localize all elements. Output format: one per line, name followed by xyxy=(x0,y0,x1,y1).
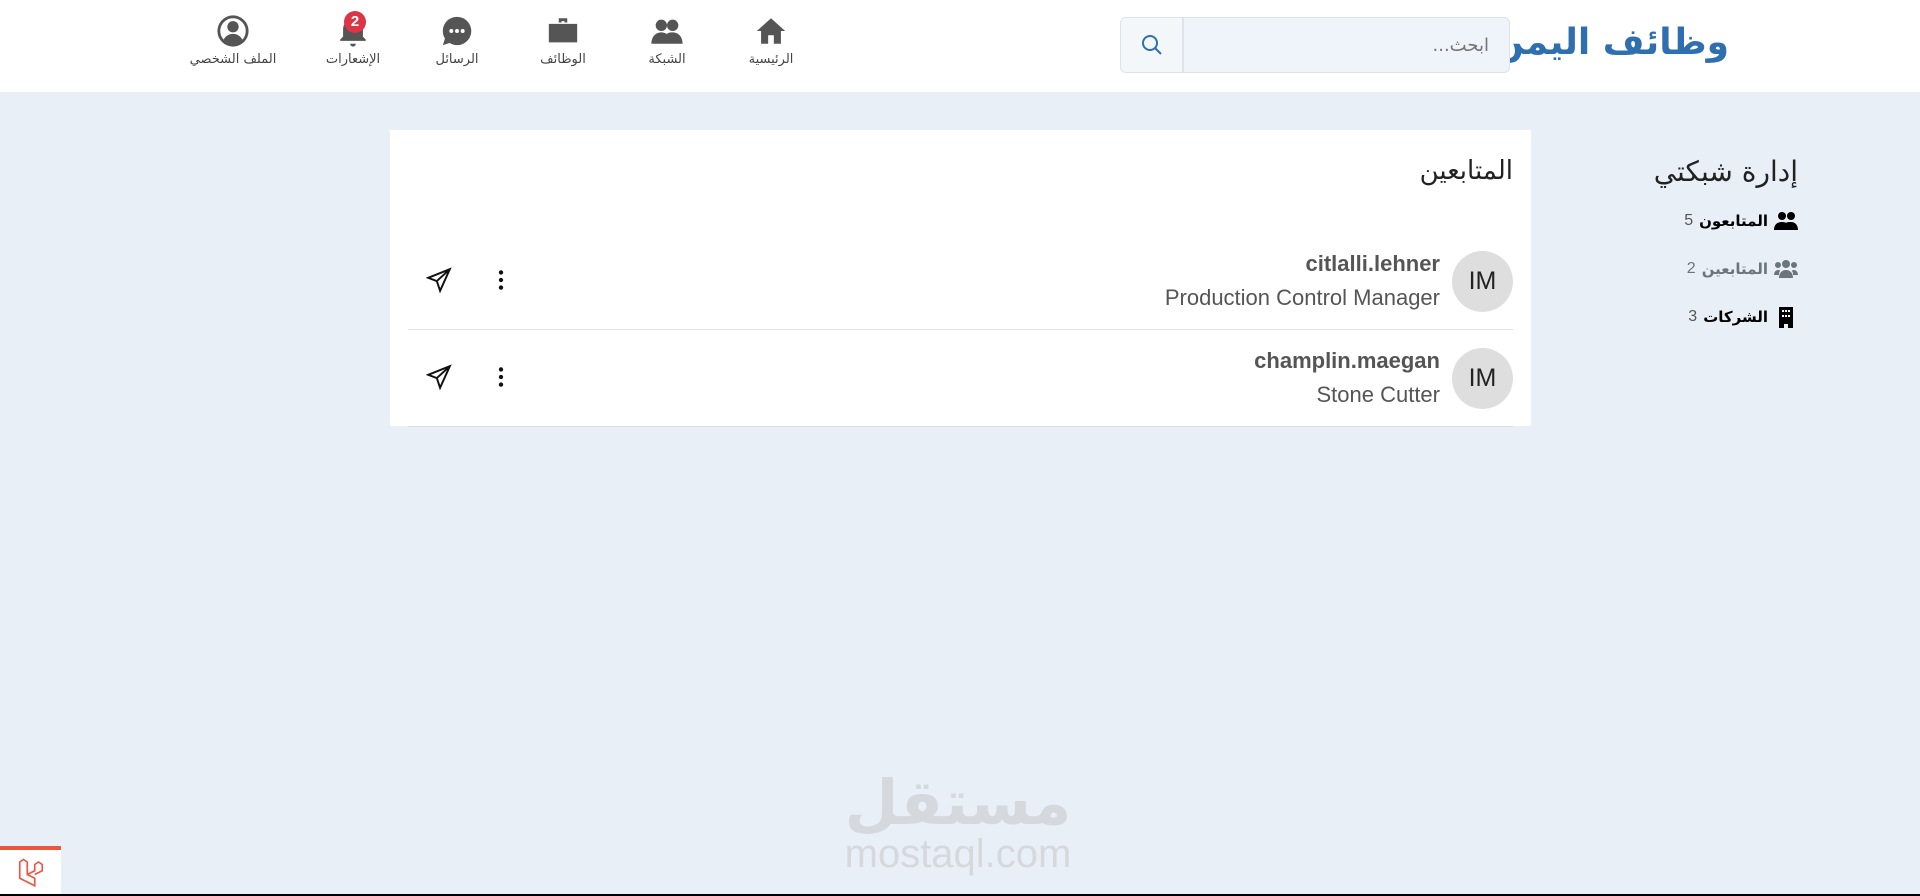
user-name[interactable]: citlalli.lehner xyxy=(1165,251,1441,277)
user-title: Production Control Manager xyxy=(1164,285,1440,310)
list-item: IM champlin.maegan Stone Cutter xyxy=(408,330,1513,427)
avatar[interactable]: IM xyxy=(1452,347,1513,409)
notification-badge: 2 xyxy=(344,11,366,33)
sidebar-item-following[interactable]: المتابعين 2 xyxy=(1654,258,1798,280)
laravel-debug-button[interactable] xyxy=(0,846,61,894)
briefcase-icon xyxy=(548,18,578,43)
nav-network[interactable]: الشبكة xyxy=(622,14,712,67)
nav-jobs[interactable]: الوظائف xyxy=(518,14,608,67)
send-message-icon[interactable] xyxy=(426,364,452,390)
avatar[interactable]: IM xyxy=(1452,250,1513,312)
nav-messages[interactable]: الرسائل xyxy=(412,14,502,67)
mostaql-watermark: مستقل mostaql.com xyxy=(844,766,1072,876)
user-circle-icon xyxy=(217,15,249,47)
sidebar-title: إدارة شبكتي xyxy=(1653,155,1798,188)
site-logo[interactable]: وظائف اليمن xyxy=(1493,22,1729,63)
more-options-icon[interactable] xyxy=(488,364,514,390)
search-icon xyxy=(1141,35,1162,55)
home-icon xyxy=(756,18,786,44)
user-name[interactable]: champlin.maegan xyxy=(1254,348,1440,374)
chat-icon xyxy=(442,16,472,46)
users-icon xyxy=(1774,212,1798,230)
send-message-icon[interactable] xyxy=(426,267,452,293)
nav-home[interactable]: الرئيسية xyxy=(726,14,816,67)
more-options-icon[interactable] xyxy=(488,267,514,293)
sidebar-item-followers[interactable]: المتابعون 5 xyxy=(1654,210,1798,232)
search-input[interactable] xyxy=(1183,17,1510,73)
card-title: المتابعين xyxy=(1419,156,1513,186)
building-icon xyxy=(1779,307,1793,328)
laravel-icon xyxy=(18,858,43,887)
user-title: Stone Cutter xyxy=(1316,382,1440,407)
user-group-icon xyxy=(1774,260,1798,278)
top-navbar: وظائف اليمن الرئيسية الشبكة الوظائف الرس… xyxy=(0,0,1920,92)
sidebar-item-companies[interactable]: الشركات 3 xyxy=(1654,306,1798,328)
list-item: IM citlalli.lehner Production Control Man… xyxy=(408,233,1513,330)
search-button[interactable] xyxy=(1120,17,1183,73)
users-icon xyxy=(651,19,683,44)
followers-card: المتابعين IM citlalli.lehner Production C… xyxy=(390,130,1531,427)
network-sidebar: إدارة شبكتي المتابعون 5 المتابعين 2 الشر… xyxy=(1654,155,1798,354)
nav-profile[interactable]: الملف الشخصي xyxy=(188,14,278,67)
nav-notifications[interactable]: 2 الإشعارات xyxy=(308,11,398,67)
